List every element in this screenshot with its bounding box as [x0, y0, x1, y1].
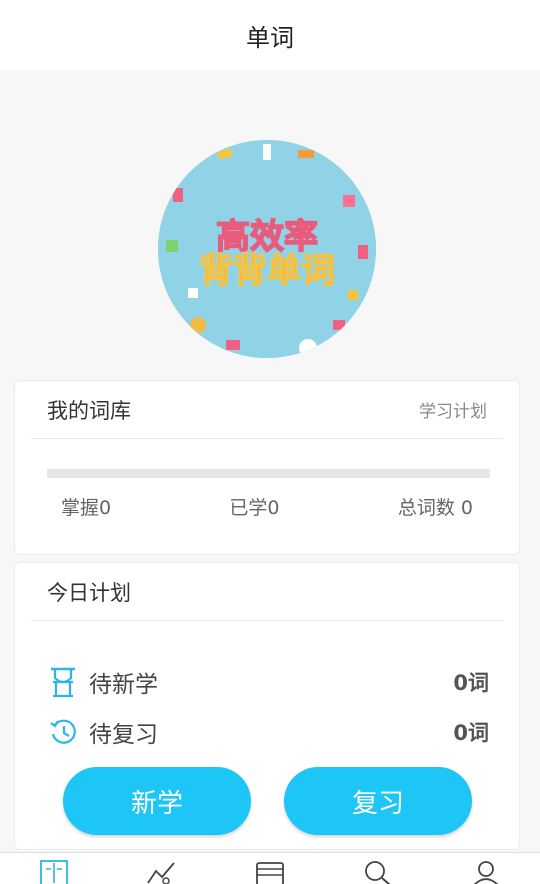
banner-text-2: 背背单词 [199, 251, 335, 291]
page-title: 单词 [246, 23, 294, 52]
new-learn-button[interactable]: 新学 [63, 767, 251, 835]
user-icon [471, 859, 501, 884]
tab-stats[interactable] [108, 853, 216, 884]
tab-profile[interactable] [432, 853, 540, 884]
tab-search[interactable] [324, 853, 432, 884]
my-library-card: 我的词库 学习计划 掌握0 已学0 总词数 0 [14, 380, 520, 555]
library-progress-bar [47, 469, 490, 478]
today-plan-header: 今日计划 [31, 563, 503, 621]
book-icon [39, 859, 69, 884]
library-stats: 掌握0 已学0 总词数 0 [61, 493, 473, 520]
review-button[interactable]: 复习 [284, 767, 472, 835]
study-plan-link[interactable]: 学习计划 [419, 397, 487, 422]
cards-icon [255, 859, 285, 884]
bottom-tab-bar [0, 852, 540, 884]
new-words-label: 待新学 [89, 672, 158, 698]
review-words-label: 待复习 [89, 722, 158, 748]
learned-count: 已学0 [229, 497, 280, 519]
mastered-count: 掌握0 [61, 497, 112, 519]
review-words-count: 0词 [453, 721, 489, 745]
tab-words[interactable] [0, 853, 108, 884]
tab-cards[interactable] [216, 853, 324, 884]
today-plan-title: 今日计划 [47, 580, 131, 605]
history-icon [49, 715, 79, 749]
review-words-row: 待复习 0词 [49, 715, 489, 749]
top-bar: 单词 [0, 0, 540, 70]
banner-image: 高效率 背背单词 [158, 140, 376, 358]
library-header: 我的词库 学习计划 [31, 381, 503, 439]
search-icon [363, 859, 393, 884]
library-title: 我的词库 [47, 398, 131, 423]
new-words-count: 0词 [453, 671, 489, 695]
new-words-row: 待新学 0词 [49, 665, 489, 699]
today-plan-card: 今日计划 待新学 0词 待复习 0词 新学 复习 [14, 562, 520, 850]
total-words-count: 总词数 0 [397, 497, 473, 519]
banner-illustration: 高效率 背背单词 [158, 140, 376, 358]
new-words-icon [49, 665, 79, 699]
chart-icon [146, 859, 178, 884]
